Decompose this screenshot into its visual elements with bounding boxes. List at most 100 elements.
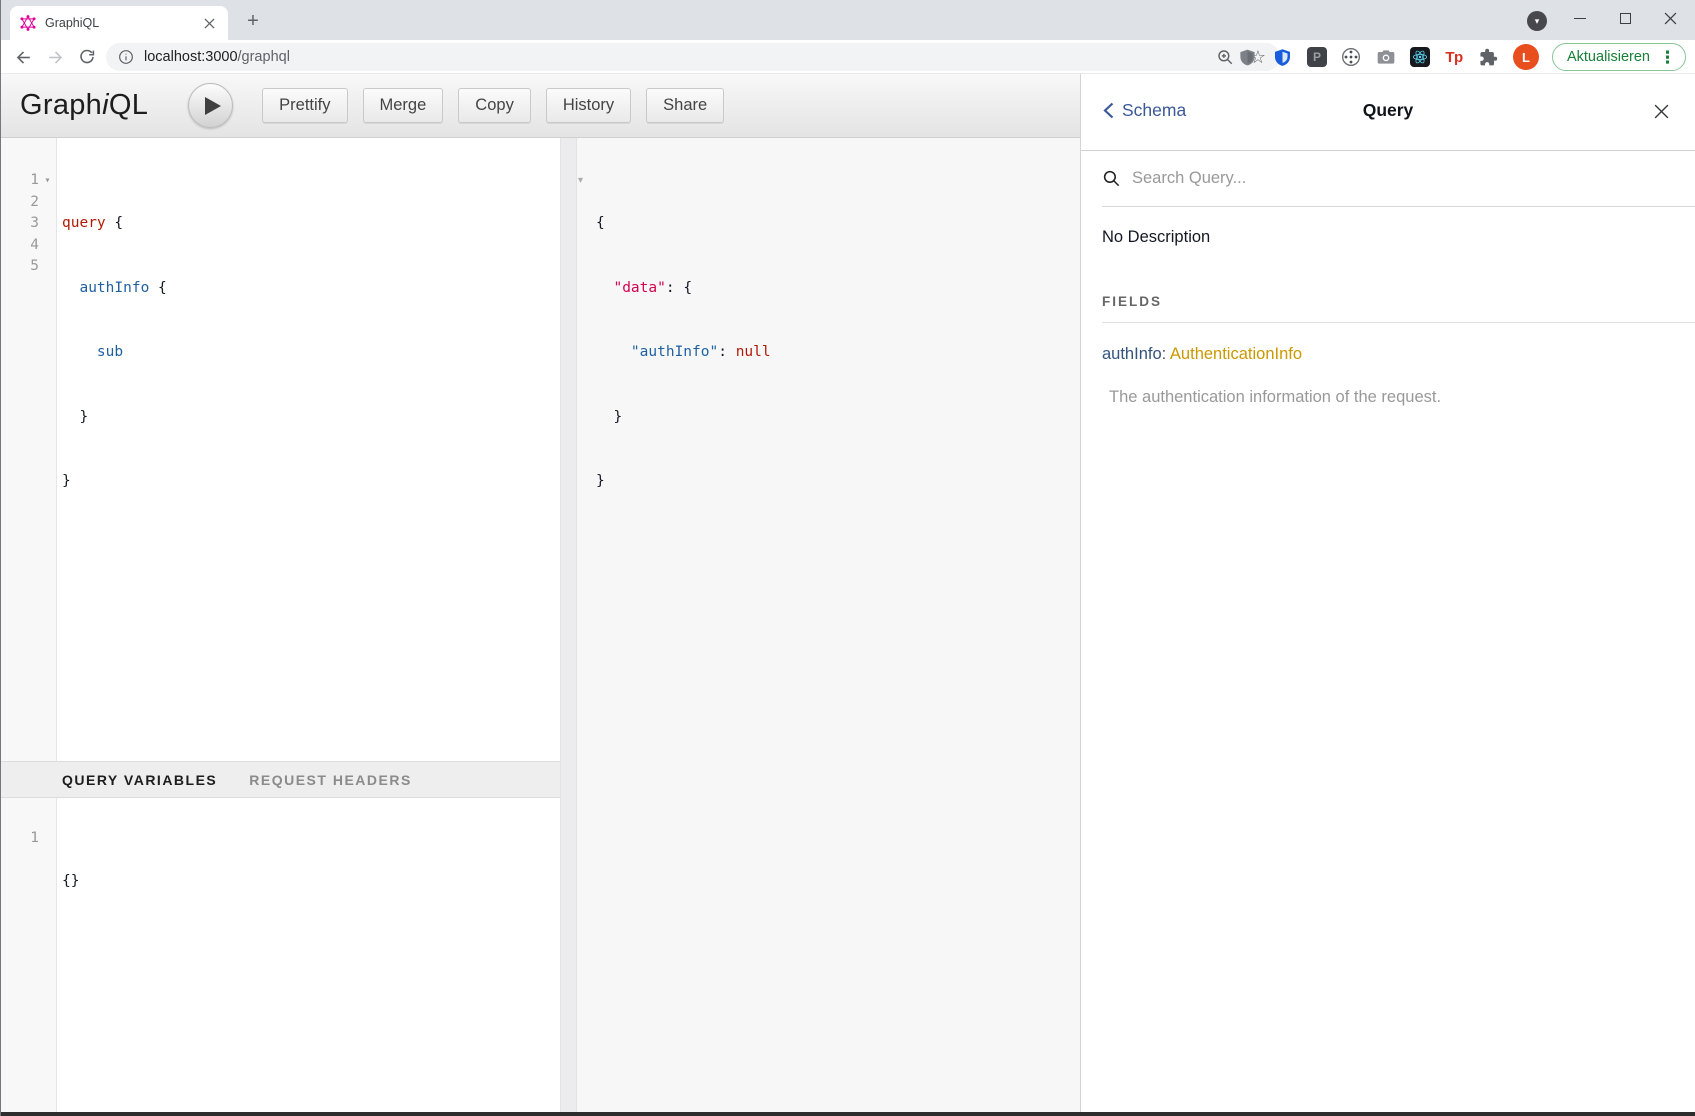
bitwarden-extension-icon[interactable] xyxy=(1272,46,1294,68)
merge-button[interactable]: Merge xyxy=(363,88,444,123)
profile-avatar[interactable]: L xyxy=(1513,44,1539,70)
maximize-icon xyxy=(1620,13,1631,24)
doc-body: No Description FIELDS authInfo: Authenti… xyxy=(1081,228,1695,407)
window-close-button[interactable] xyxy=(1648,0,1692,36)
section-divider xyxy=(1102,322,1695,323)
gutter-line: 1 xyxy=(0,828,56,850)
reload-button[interactable] xyxy=(74,44,100,70)
fold-arrow-icon[interactable]: ▾ xyxy=(39,170,56,192)
camera-extension-icon[interactable] xyxy=(1375,46,1397,68)
forward-button[interactable] xyxy=(42,44,68,70)
pane-resize-handle[interactable]: ▾ xyxy=(560,138,577,1112)
extensions-row: P Tp L Aktualisieren ⋮ xyxy=(1237,43,1686,71)
doc-close-button[interactable] xyxy=(1649,99,1673,123)
close-icon xyxy=(1653,103,1670,120)
code-token: null xyxy=(736,344,771,360)
execute-query-button[interactable] xyxy=(188,83,233,128)
back-button[interactable] xyxy=(10,44,36,70)
line-number: 4 xyxy=(30,235,39,257)
tab-strip: GraphiQL + ▾ xyxy=(0,0,1695,40)
code-token: { xyxy=(106,215,123,231)
field-name-link[interactable]: authInfo xyxy=(1102,345,1162,363)
variables-code[interactable]: {} xyxy=(57,798,560,1112)
doc-search-input[interactable] xyxy=(1132,169,1695,188)
window-minimize-button[interactable] xyxy=(1558,0,1602,36)
play-icon xyxy=(205,97,221,115)
field-colon: : xyxy=(1162,345,1167,363)
line-number: 1 xyxy=(30,828,39,850)
zoom-icon[interactable] xyxy=(1216,48,1234,66)
taskbar-edge xyxy=(0,1112,1695,1116)
code-token: {} xyxy=(62,873,79,889)
tp-extension-icon[interactable]: Tp xyxy=(1443,46,1465,68)
window-maximize-button[interactable] xyxy=(1603,0,1647,36)
code-line: sub xyxy=(62,342,560,364)
url-host: localhost:3000 xyxy=(144,49,238,65)
type-name-link[interactable]: AuthenticationInfo xyxy=(1170,345,1302,363)
back-icon xyxy=(14,48,33,67)
code-token: } xyxy=(62,473,71,489)
code-line: "data": { xyxy=(596,278,1080,300)
gutter-line: 4 xyxy=(0,235,56,257)
gutter-line: 1▾ xyxy=(0,170,56,192)
browser-window: GraphiQL + ▾ localhost:3000/graphql xyxy=(0,0,1695,1116)
tab-title: GraphiQL xyxy=(45,16,200,30)
browser-toolbar: localhost:3000/graphql ☆ P Tp xyxy=(0,40,1695,74)
doc-explorer: Schema Query No Description FIELDS authI… xyxy=(1080,74,1695,1112)
code-token xyxy=(62,344,97,360)
fold-arrow-icon[interactable]: ▾ xyxy=(578,175,583,186)
prettify-button[interactable]: Prettify xyxy=(262,88,347,123)
line-number: 3 xyxy=(30,213,39,235)
history-button[interactable]: History xyxy=(546,88,631,123)
code-token: "data" xyxy=(613,280,665,296)
query-editor[interactable]: 1▾ 2 3 4 5 query { authInfo { sub } } xyxy=(0,138,560,761)
code-token: : xyxy=(718,344,735,360)
p-extension-icon[interactable]: P xyxy=(1307,47,1327,67)
logo-part1: Graph xyxy=(20,89,102,121)
code-line: "authInfo": null xyxy=(596,342,1080,364)
extensions-puzzle-icon[interactable] xyxy=(1478,46,1500,68)
fields-section-header: FIELDS xyxy=(1102,294,1695,309)
page-info-icon[interactable] xyxy=(118,49,134,65)
gutter-line: 5 xyxy=(0,256,56,278)
code-token: { xyxy=(149,280,166,296)
query-code[interactable]: query { authInfo { sub } } xyxy=(57,138,560,761)
tab-query-variables[interactable]: QUERY VARIABLES xyxy=(62,772,217,788)
new-tab-button[interactable]: + xyxy=(240,8,266,34)
tab-request-headers[interactable]: REQUEST HEADERS xyxy=(249,772,412,788)
doc-search-bar xyxy=(1102,151,1695,207)
field-description: The authentication information of the re… xyxy=(1102,388,1695,407)
gutter-line: 2 xyxy=(0,192,56,214)
code-token xyxy=(596,344,631,360)
reload-icon xyxy=(78,48,96,66)
graphiql-main: GraphiQL Prettify Merge Copy History Sha… xyxy=(0,74,1080,1112)
code-token: { xyxy=(596,215,605,231)
code-token: } xyxy=(62,409,88,425)
code-line: authInfo { xyxy=(62,278,560,300)
tab-search-icon[interactable]: ▾ xyxy=(1527,11,1547,31)
crosshair-extension-icon[interactable] xyxy=(1340,46,1362,68)
graphql-logo-icon xyxy=(20,15,36,31)
url-path: /graphql xyxy=(238,49,290,65)
code-token: sub xyxy=(97,344,123,360)
graphiql-toolbar-buttons: Prettify Merge Copy History Share xyxy=(262,88,724,123)
variables-editor[interactable]: 1 {} xyxy=(0,798,560,1112)
minimize-icon xyxy=(1574,18,1586,19)
shield-extension-icon[interactable] xyxy=(1237,46,1259,68)
copy-button[interactable]: Copy xyxy=(458,88,531,123)
share-button[interactable]: Share xyxy=(646,88,724,123)
code-token xyxy=(596,280,613,296)
graphiql-app: GraphiQL Prettify Merge Copy History Sha… xyxy=(0,74,1695,1112)
code-token: query xyxy=(62,215,106,231)
code-token xyxy=(62,280,79,296)
code-line: {} xyxy=(62,871,560,893)
browser-menu-icon[interactable]: ⋮ xyxy=(1659,49,1676,66)
forward-icon xyxy=(46,48,65,67)
browser-tab-graphiql[interactable]: GraphiQL xyxy=(10,6,228,40)
react-devtools-icon[interactable] xyxy=(1410,47,1430,67)
browser-update-button[interactable]: Aktualisieren ⋮ xyxy=(1552,43,1686,71)
graphiql-logo: GraphiQL xyxy=(20,89,148,122)
tab-close-icon[interactable] xyxy=(200,14,218,32)
address-bar[interactable]: localhost:3000/graphql ☆ xyxy=(106,43,1280,71)
response-pane: { "data": { "authInfo": null } } xyxy=(577,138,1080,1112)
